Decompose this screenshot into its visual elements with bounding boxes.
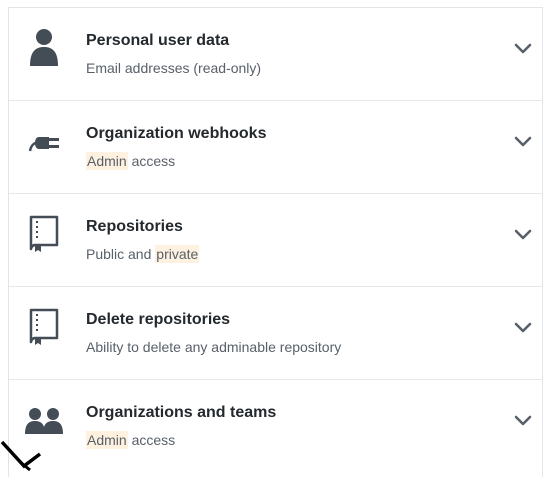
permission-description: Email addresses (read-only)	[86, 60, 262, 76]
organization-icon	[23, 400, 63, 440]
person-icon	[27, 28, 63, 68]
chevron-down-icon[interactable]	[512, 410, 534, 432]
permission-description: Admin access	[86, 152, 176, 170]
permission-row-repositories[interactable]: Repositories Public and private	[9, 194, 542, 287]
permission-description: Ability to delete any adminable reposito…	[86, 339, 342, 355]
permission-title: Personal user data	[86, 32, 230, 49]
chevron-down-icon[interactable]	[512, 38, 534, 60]
repo-icon	[27, 214, 63, 254]
permission-description: Public and private	[86, 245, 200, 263]
permissions-list: Personal user data Email addresses (read…	[8, 7, 543, 477]
repo-icon	[27, 307, 63, 347]
chevron-down-icon[interactable]	[512, 131, 534, 153]
permission-row-organization-webhooks[interactable]: Organization webhooks Admin access	[9, 101, 542, 194]
plug-icon	[27, 121, 63, 161]
chevron-down-icon[interactable]	[512, 317, 534, 339]
permission-row-personal-user-data[interactable]: Personal user data Email addresses (read…	[9, 8, 542, 101]
permission-title: Organization webhooks	[86, 125, 267, 142]
permission-row-organizations-and-teams[interactable]: Organizations and teams Admin access	[9, 380, 542, 473]
permission-row-delete-repositories[interactable]: Delete repositories Ability to delete an…	[9, 287, 542, 380]
chevron-down-icon[interactable]	[512, 224, 534, 246]
permission-title: Delete repositories	[86, 311, 231, 328]
permission-title: Repositories	[86, 218, 183, 235]
permission-title: Organizations and teams	[86, 404, 277, 421]
permission-description: Admin access	[86, 431, 176, 449]
